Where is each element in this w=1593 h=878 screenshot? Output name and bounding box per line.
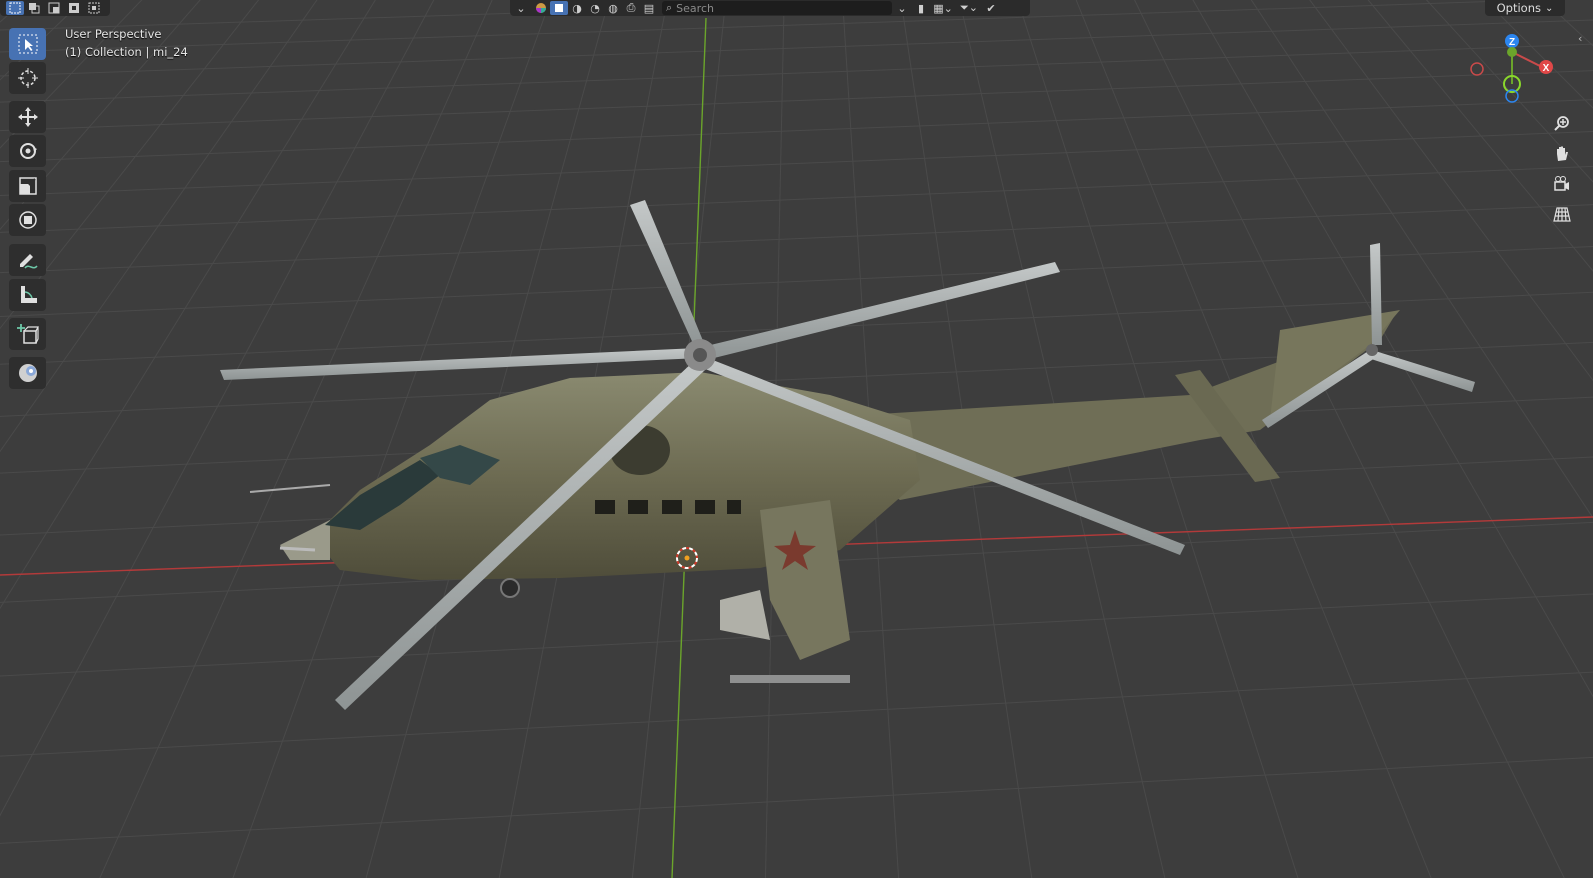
move-icon xyxy=(17,107,38,127)
x-axis-gizmo-line xyxy=(1511,51,1543,68)
grid-line xyxy=(1309,0,1593,382)
add-cube-icon xyxy=(16,324,39,344)
object-mode-icon[interactable] xyxy=(550,1,568,15)
camera-view-button[interactable] xyxy=(1548,170,1576,198)
chevron-down-icon[interactable]: ⌄ xyxy=(510,1,532,15)
rotate-tool[interactable] xyxy=(9,135,46,167)
grid-line xyxy=(0,43,1593,103)
x-neg-axis-gizmo[interactable] xyxy=(1469,61,1485,77)
view-name-label: User Perspective xyxy=(65,27,162,41)
search-input[interactable]: ⌕ Search xyxy=(662,1,892,15)
shading-rendered-icon[interactable]: ◍ xyxy=(604,1,622,15)
scale-tool[interactable] xyxy=(9,170,46,202)
shading-solid-icon[interactable]: ◑ xyxy=(568,1,586,15)
y-neg-axis-gizmo[interactable] xyxy=(1507,47,1517,57)
annotate-icon xyxy=(19,254,38,269)
color-wheel-icon[interactable] xyxy=(532,1,550,15)
grid-line xyxy=(0,131,1593,197)
zoom-button[interactable] xyxy=(1548,110,1576,138)
measure-tool[interactable] xyxy=(9,279,46,311)
search-icon: ⌕ xyxy=(666,1,673,14)
grid-icon xyxy=(1553,207,1571,222)
grid-line xyxy=(1250,0,1593,519)
transform-icon xyxy=(18,211,37,229)
cursor-tool[interactable] xyxy=(9,62,46,94)
grid-line xyxy=(0,0,435,817)
select-new-icon[interactable] xyxy=(6,1,24,15)
helicopter-model[interactable] xyxy=(220,200,1475,710)
collapse-arrow-icon[interactable]: ‹ xyxy=(1578,32,1582,45)
add-cube-tool[interactable] xyxy=(9,318,46,350)
transform-tool[interactable] xyxy=(9,204,46,236)
search-placeholder: Search xyxy=(676,1,714,15)
grid-line xyxy=(0,0,318,453)
grid-line xyxy=(0,756,1593,844)
scale-icon xyxy=(18,177,37,195)
grid-line xyxy=(0,19,1593,77)
grid-line xyxy=(0,671,1593,757)
bookmark-icon[interactable]: ▮ xyxy=(912,1,930,15)
viewport-header: ⌄ ◑ ◔ ◍ ⎙ ▤ ⌕ Search ⌄ ▮ ▦⌄ ⏷⌄ ✔ xyxy=(510,0,1030,16)
scene-canvas[interactable] xyxy=(0,0,1593,878)
zoom-icon xyxy=(1554,116,1569,131)
dropdown-icon[interactable]: ⌄ xyxy=(892,1,912,15)
measure-icon xyxy=(20,286,37,303)
chevron-down-icon: ⌄ xyxy=(1544,2,1554,14)
cursor-icon xyxy=(17,68,38,88)
shading-ball-icon xyxy=(18,364,37,382)
select-box-icon xyxy=(18,34,37,54)
camera-icon xyxy=(1554,176,1569,191)
perspective-toggle-button[interactable] xyxy=(1548,200,1576,228)
grid-line xyxy=(0,99,1593,163)
annotate-tool[interactable] xyxy=(9,244,46,276)
pan-button[interactable] xyxy=(1548,140,1576,168)
grid-line xyxy=(0,204,1593,274)
select-intersect-icon[interactable] xyxy=(84,1,104,15)
shield-check-icon[interactable]: ✔ xyxy=(982,1,1000,15)
select-box-tool[interactable] xyxy=(9,28,46,60)
hand-icon xyxy=(1557,146,1568,161)
shading-material-icon[interactable]: ◔ xyxy=(586,1,604,15)
3d-viewport[interactable]: ⌄ ◑ ◔ ◍ ⎙ ▤ ⌕ Search ⌄ ▮ ▦⌄ ⏷⌄ ✔ Options… xyxy=(0,0,1593,878)
grid-line xyxy=(0,70,1593,132)
select-subtract-icon[interactable] xyxy=(44,1,64,15)
collection-info-label: (1) Collection | mi_24 xyxy=(65,45,188,59)
select-extend-icon[interactable] xyxy=(24,1,44,15)
gizmo-x-label: X xyxy=(1543,63,1550,74)
select-invert-icon[interactable] xyxy=(64,1,84,15)
move-tool[interactable] xyxy=(9,101,46,133)
options-label: Options xyxy=(1496,1,1541,15)
navigation-gizmo[interactable]: Z X xyxy=(1490,30,1570,110)
shading-ball-tool[interactable] xyxy=(9,357,46,389)
print-icon[interactable]: ⎙ xyxy=(622,1,640,15)
selection-mode-group xyxy=(0,0,110,16)
rotate-icon xyxy=(19,143,37,159)
filter-icon[interactable]: ⏷⌄ xyxy=(956,1,982,15)
gizmo-z-label: Z xyxy=(1509,37,1515,48)
render-icon[interactable]: ▤ xyxy=(640,1,658,15)
options-dropdown[interactable]: Options ⌄ xyxy=(1485,0,1565,16)
layout-icon[interactable]: ▦⌄ xyxy=(930,1,956,15)
grid-line xyxy=(0,245,1593,317)
grid-line xyxy=(0,165,1593,233)
